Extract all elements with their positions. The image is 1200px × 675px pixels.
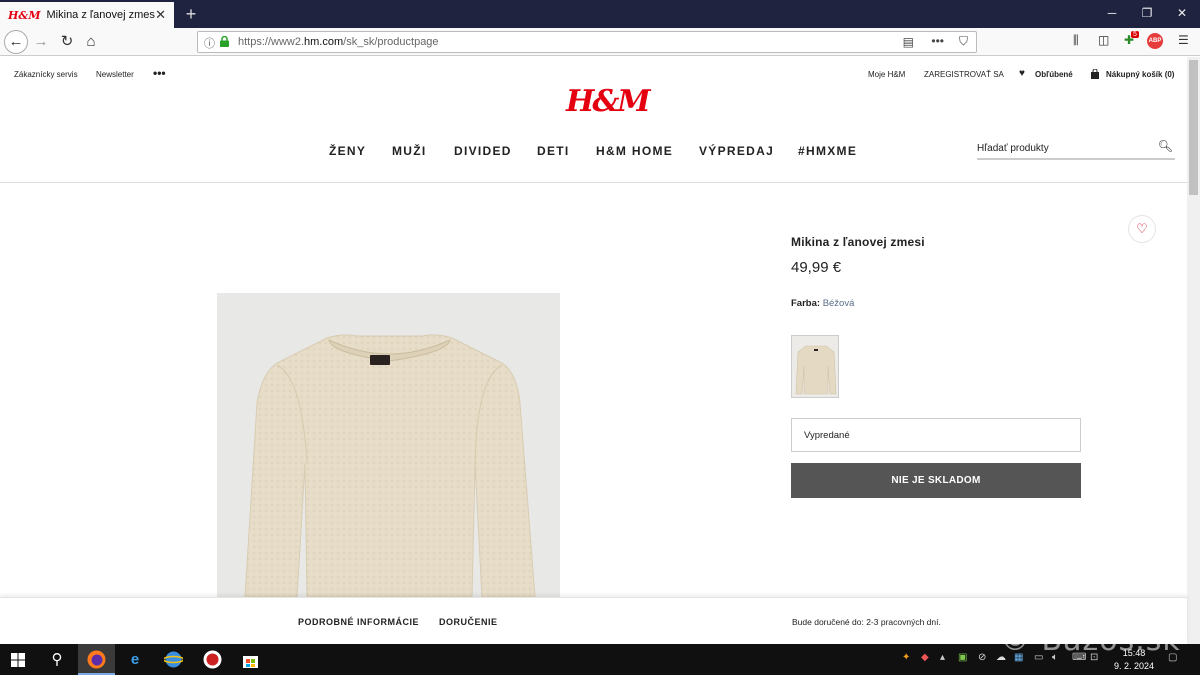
new-tab-button[interactable]: +	[180, 3, 202, 25]
product-title: Mikina z ľanovej zmesi	[791, 235, 925, 249]
scrollbar-thumb[interactable]	[1189, 60, 1198, 195]
page-actions-icon[interactable]: •••	[931, 34, 944, 48]
pocket-icon[interactable]: ⛉	[959, 34, 968, 49]
header-divider	[0, 182, 1187, 183]
menu-icon[interactable]: ☰	[1178, 33, 1189, 47]
home-button[interactable]: ⌂	[80, 32, 102, 52]
search-taskbar-icon[interactable]: ⚲	[46, 649, 68, 671]
notification-badge: 5	[1131, 31, 1139, 38]
more-icon[interactable]: •••	[153, 66, 166, 80]
restore-button[interactable]: ❐	[1132, 4, 1162, 22]
browser-tab[interactable]: H&M Mikina z ľanovej zmesi ✕	[0, 2, 174, 28]
windows-start-icon[interactable]	[11, 653, 25, 667]
browser-tab-bar: H&M Mikina z ľanovej zmesi ✕ + ─ ❐ ✕	[0, 0, 1200, 28]
favorites-link[interactable]: Obľúbené	[1035, 70, 1073, 79]
bazos-watermark: © Bazos.sk	[1000, 623, 1181, 658]
color-swatch[interactable]	[791, 335, 839, 398]
color-value: Béžová	[822, 298, 855, 309]
tray-icon-2[interactable]: ◆	[921, 652, 929, 663]
register-link[interactable]: ZAREGISTROVAŤ SA	[924, 70, 1004, 79]
tray-icon-5[interactable]: ⊘	[978, 652, 986, 663]
nav-kids[interactable]: DETI	[537, 144, 570, 158]
search-box: 🔍︎	[977, 138, 1175, 160]
search-input[interactable]	[977, 139, 1152, 158]
swatch-sweatshirt-image	[795, 345, 837, 395]
nav-men[interactable]: MUŽI	[392, 144, 427, 158]
reload-button[interactable]: ↻	[56, 32, 78, 52]
tray-icon-4[interactable]: ▣	[958, 652, 967, 663]
search-icon[interactable]: 🔍︎	[1158, 139, 1173, 153]
out-of-stock-button[interactable]: NIE JE SKLADOM	[791, 463, 1081, 498]
tray-icon-1[interactable]: ✦	[902, 652, 910, 663]
product-image[interactable]	[217, 293, 560, 597]
delivery-note: Bude doručené do: 2-3 pracovných dní.	[792, 617, 941, 627]
tab-delivery[interactable]: DORUČENIE	[439, 617, 498, 627]
hm-favicon-icon: H&M	[8, 8, 41, 22]
color-label: Farba:	[791, 298, 821, 309]
product-price: 49,99 €	[791, 259, 842, 276]
nav-divided[interactable]: DIVIDED	[454, 144, 512, 158]
close-tab-icon[interactable]: ✕	[155, 7, 166, 23]
browser-toolbar: ← → ↻ ⌂ ⓘ https://www2.hm.com/sk_sk/prod…	[0, 28, 1200, 56]
address-bar[interactable]: ⓘ https://www2.hm.com/sk_sk/productpage …	[197, 31, 977, 53]
lock-icon	[220, 36, 229, 47]
add-to-favorites-button[interactable]: ♡	[1128, 215, 1156, 243]
library-icon[interactable]: ⫼	[1073, 33, 1079, 48]
store-icon[interactable]	[241, 650, 260, 669]
color-info: Farba: Béžová	[791, 298, 854, 309]
newsletter-link[interactable]: Newsletter	[96, 70, 134, 79]
sweatshirt-image	[244, 334, 536, 597]
url-text: https://www2.hm.com/sk_sk/productpage	[238, 36, 439, 48]
back-button[interactable]: ←	[4, 30, 28, 54]
customer-service-link[interactable]: Zákaznícky servis	[14, 70, 78, 79]
tray-icon-3[interactable]: ▴	[940, 652, 945, 663]
info-icon[interactable]: ⓘ	[204, 35, 215, 51]
size-select[interactable]: Vypredané	[791, 418, 1081, 452]
app-icon[interactable]	[203, 650, 222, 669]
heart-icon: ♥	[1019, 68, 1025, 79]
close-window-button[interactable]: ✕	[1167, 4, 1197, 22]
cart-icon	[1091, 69, 1099, 79]
forward-button[interactable]: →	[30, 32, 52, 52]
cart-link[interactable]: Nákupný košík (0)	[1106, 70, 1174, 79]
clock-date: 9. 2. 2024	[1113, 661, 1155, 671]
firefox-icon[interactable]	[87, 650, 106, 669]
nav-women[interactable]: ŽENY	[329, 144, 366, 158]
tab-title: Mikina z ľanovej zmesi	[46, 9, 156, 21]
edge-icon[interactable]: e	[124, 649, 146, 671]
tab-details[interactable]: PODROBNÉ INFORMÁCIE	[298, 617, 419, 627]
nav-hm-home[interactable]: H&M HOME	[596, 144, 673, 158]
reader-view-icon[interactable]: ▤	[903, 35, 914, 49]
hm-logo[interactable]: H&M	[566, 84, 651, 119]
ie-icon[interactable]	[164, 650, 183, 669]
sidebar-icon[interactable]: ◫	[1098, 33, 1109, 47]
nav-hmxme[interactable]: #HMXME	[798, 144, 857, 158]
nav-sale[interactable]: VÝPREDAJ	[699, 144, 774, 158]
minimize-button[interactable]: ─	[1097, 4, 1127, 22]
heart-outline-icon: ♡	[1136, 221, 1148, 236]
adblock-icon[interactable]: ABP	[1147, 33, 1163, 49]
my-account-link[interactable]: Moje H&M	[868, 70, 905, 79]
